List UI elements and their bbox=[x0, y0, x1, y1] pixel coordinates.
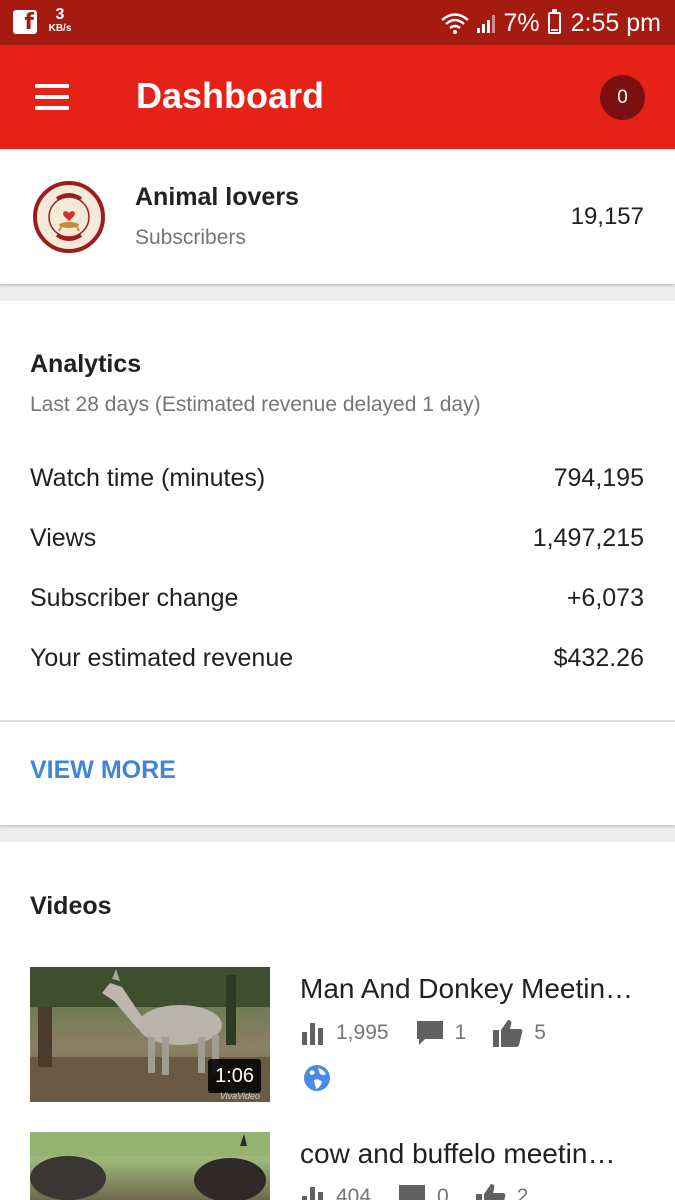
view-more-button[interactable]: VIEW MORE bbox=[30, 756, 176, 785]
likes-count: 5 bbox=[534, 1021, 546, 1044]
subscribers-label: Subscribers bbox=[135, 226, 246, 249]
bar-chart-icon bbox=[302, 1187, 323, 1200]
views-count: 1,995 bbox=[336, 1021, 389, 1044]
comments-stat: 1 bbox=[415, 1019, 467, 1047]
video-title[interactable]: Man And Donkey Meetin… bbox=[300, 973, 648, 1005]
video-stats: 404 0 2 bbox=[300, 1182, 554, 1200]
thumbs-up-icon bbox=[475, 1184, 506, 1200]
comments-count: 0 bbox=[437, 1185, 449, 1200]
divider bbox=[0, 720, 675, 722]
metric-value: 794,195 bbox=[553, 464, 644, 492]
comments-count: 1 bbox=[454, 1021, 467, 1044]
network-speed: 3 KB/s bbox=[46, 7, 74, 34]
watermark: VivaVideo bbox=[219, 1091, 260, 1101]
analytics-title: Analytics bbox=[30, 350, 142, 378]
metric-label: Views bbox=[30, 524, 97, 552]
metric-label: Your estimated revenue bbox=[30, 644, 294, 672]
channel-name: Animal lovers bbox=[135, 183, 299, 211]
metric-value: +6,073 bbox=[566, 584, 644, 612]
channel-avatar bbox=[33, 181, 105, 253]
video-stats: 1,995 1 5 bbox=[300, 1018, 572, 1048]
network-speed-unit: KB/s bbox=[48, 23, 72, 34]
subscriber-count: 19,157 bbox=[570, 203, 644, 230]
views-stat: 404 bbox=[300, 1185, 371, 1200]
metric-label: Watch time (minutes) bbox=[30, 464, 266, 492]
views-count: 404 bbox=[336, 1185, 372, 1200]
video-duration: 1:06 bbox=[208, 1059, 261, 1093]
notification-badge[interactable]: 0 bbox=[600, 75, 645, 120]
comment-icon bbox=[416, 1021, 443, 1045]
battery-icon bbox=[547, 9, 561, 34]
video-title[interactable]: cow and buffelo meetin… bbox=[300, 1138, 648, 1170]
app-bar: Dashboard 0 bbox=[0, 45, 675, 149]
analytics-card bbox=[0, 301, 675, 825]
signal-icon bbox=[476, 15, 495, 33]
comment-icon bbox=[399, 1185, 426, 1200]
thumbs-up-icon bbox=[493, 1020, 523, 1047]
metric-value: 1,497,215 bbox=[532, 524, 644, 552]
bar-chart-icon bbox=[302, 1023, 323, 1045]
views-stat: 1,995 bbox=[300, 1021, 389, 1045]
wifi-icon bbox=[440, 13, 469, 34]
video-thumbnail[interactable] bbox=[30, 1132, 270, 1200]
cow-image bbox=[30, 1132, 270, 1200]
metric-value: $432.26 bbox=[553, 644, 644, 672]
status-bar: f 3 KB/s 7% 2:55 pm bbox=[0, 0, 675, 45]
video-thumbnail[interactable]: 1:06 VivaVideo bbox=[30, 967, 270, 1102]
analytics-subtitle: Last 28 days (Estimated revenue delayed … bbox=[30, 393, 481, 416]
comments-stat: 0 bbox=[397, 1183, 449, 1200]
clock: 2:55 pm bbox=[570, 8, 661, 37]
battery-percent: 7% bbox=[503, 8, 540, 37]
channel-logo bbox=[39, 187, 99, 247]
globe-icon bbox=[304, 1065, 330, 1091]
likes-count: 2 bbox=[516, 1185, 529, 1200]
status-indicators: 7% 2:55 pm bbox=[440, 7, 661, 39]
likes-stat: 5 bbox=[492, 1018, 546, 1048]
facebook-icon: f bbox=[13, 10, 37, 35]
network-speed-value: 3 bbox=[55, 6, 65, 23]
metric-label: Subscriber change bbox=[30, 584, 239, 612]
menu-icon[interactable] bbox=[30, 79, 74, 115]
page-title: Dashboard bbox=[136, 75, 325, 116]
videos-title: Videos bbox=[30, 892, 112, 920]
likes-stat: 2 bbox=[475, 1182, 529, 1200]
